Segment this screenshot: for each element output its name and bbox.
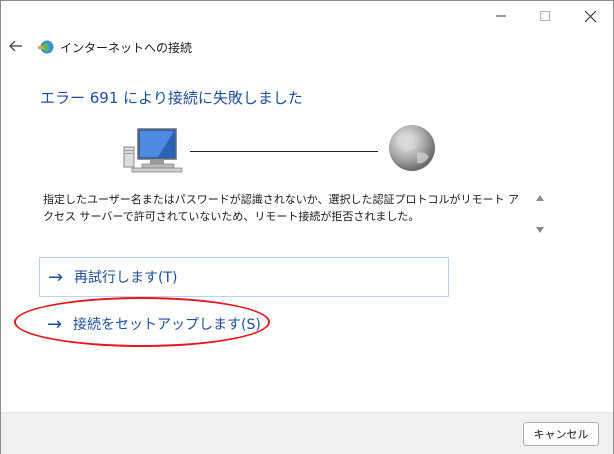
- close-icon[interactable]: [567, 1, 613, 31]
- arrow-right-icon: →: [47, 313, 63, 335]
- retry-label: 再試行します(T): [74, 270, 178, 286]
- back-arrow-icon[interactable]: [6, 36, 26, 56]
- maximize-icon[interactable]: [522, 1, 568, 31]
- nav-bar: インターネットへの接続: [1, 33, 613, 61]
- cancel-button[interactable]: キャンセル: [523, 422, 599, 446]
- window-title: インターネットへの接続: [60, 41, 193, 55]
- dialog-window: インターネットへの接続 エラー 691 により接続に失敗しました 指定したユーザ…: [0, 0, 614, 454]
- error-message-box: 指定したユーザー名またはパスワードが認識されないか、選択した認証プロトコルがリモ…: [39, 187, 549, 239]
- footer-bar: キャンセル: [1, 412, 613, 454]
- setup-connection-button[interactable]: → 接続をセットアップします(S): [47, 304, 347, 344]
- minimize-icon[interactable]: [478, 1, 524, 31]
- retry-button[interactable]: → 再試行します(T): [39, 257, 449, 297]
- scroll-down-icon[interactable]: [533, 223, 547, 237]
- error-heading: エラー 691 により接続に失敗しました: [40, 89, 303, 107]
- setup-connection-label: 接続をセットアップします(S): [73, 317, 261, 333]
- error-message: 指定したユーザー名またはパスワードが認識されないか、選択した認証プロトコルがリモ…: [43, 193, 520, 223]
- network-globe-icon: [38, 39, 54, 55]
- computer-icon: [122, 125, 186, 173]
- arrow-right-icon: →: [48, 266, 64, 288]
- globe-icon: [387, 123, 437, 173]
- title-bar: [1, 1, 613, 33]
- scroll-up-icon[interactable]: [533, 191, 547, 205]
- connection-line: [190, 151, 378, 152]
